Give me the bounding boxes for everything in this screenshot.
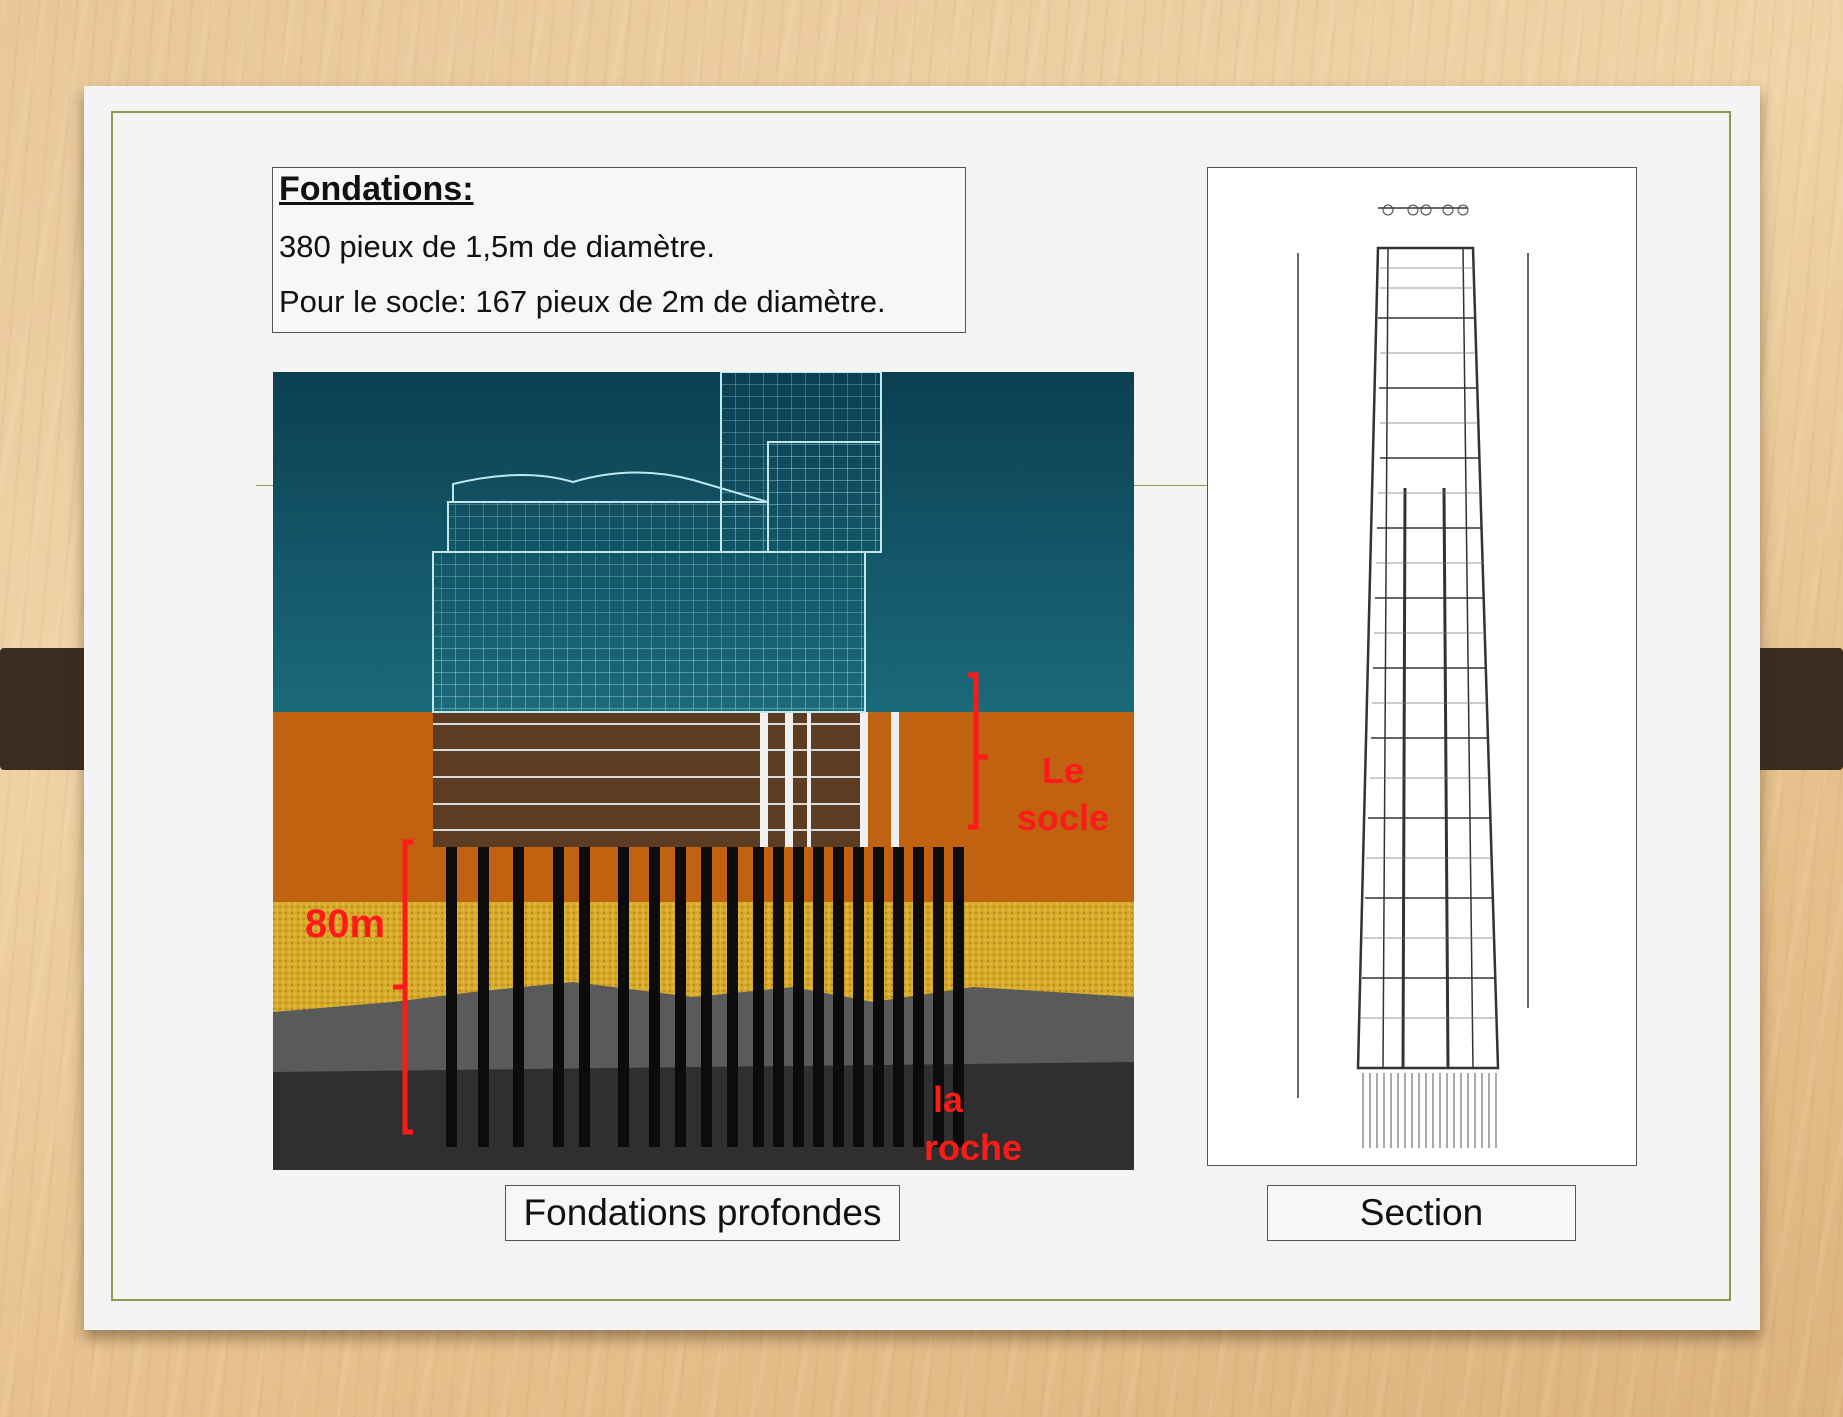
foundations-textbox: Fondations: 380 pieux de 1,5m de diamètr… bbox=[272, 167, 966, 333]
section-drawing bbox=[1297, 204, 1529, 1148]
label-le: Le bbox=[1042, 750, 1084, 791]
foundations-figure: Le socle 80m la roche bbox=[273, 372, 1134, 1170]
foundations-illustration: Le socle 80m la roche bbox=[273, 372, 1134, 1170]
foundations-title: Fondations: bbox=[279, 170, 474, 208]
foundations-socle-line: Pour le socle: 167 pieux de 2m de diamèt… bbox=[279, 284, 886, 319]
caption-section: Section bbox=[1267, 1185, 1576, 1241]
label-80m: 80m bbox=[305, 902, 385, 946]
label-la: la bbox=[933, 1079, 964, 1120]
slide: Fondations: 380 pieux de 1,5m de diamètr… bbox=[84, 86, 1760, 1330]
section-drawing-frame bbox=[1207, 167, 1637, 1166]
label-socle: socle bbox=[1017, 797, 1109, 838]
foundations-piles-line: 380 pieux de 1,5m de diamètre. bbox=[279, 229, 715, 264]
divider-line-right bbox=[1134, 485, 1207, 486]
caption-fondations-profondes: Fondations profondes bbox=[505, 1185, 900, 1241]
label-roche: roche bbox=[924, 1127, 1022, 1168]
